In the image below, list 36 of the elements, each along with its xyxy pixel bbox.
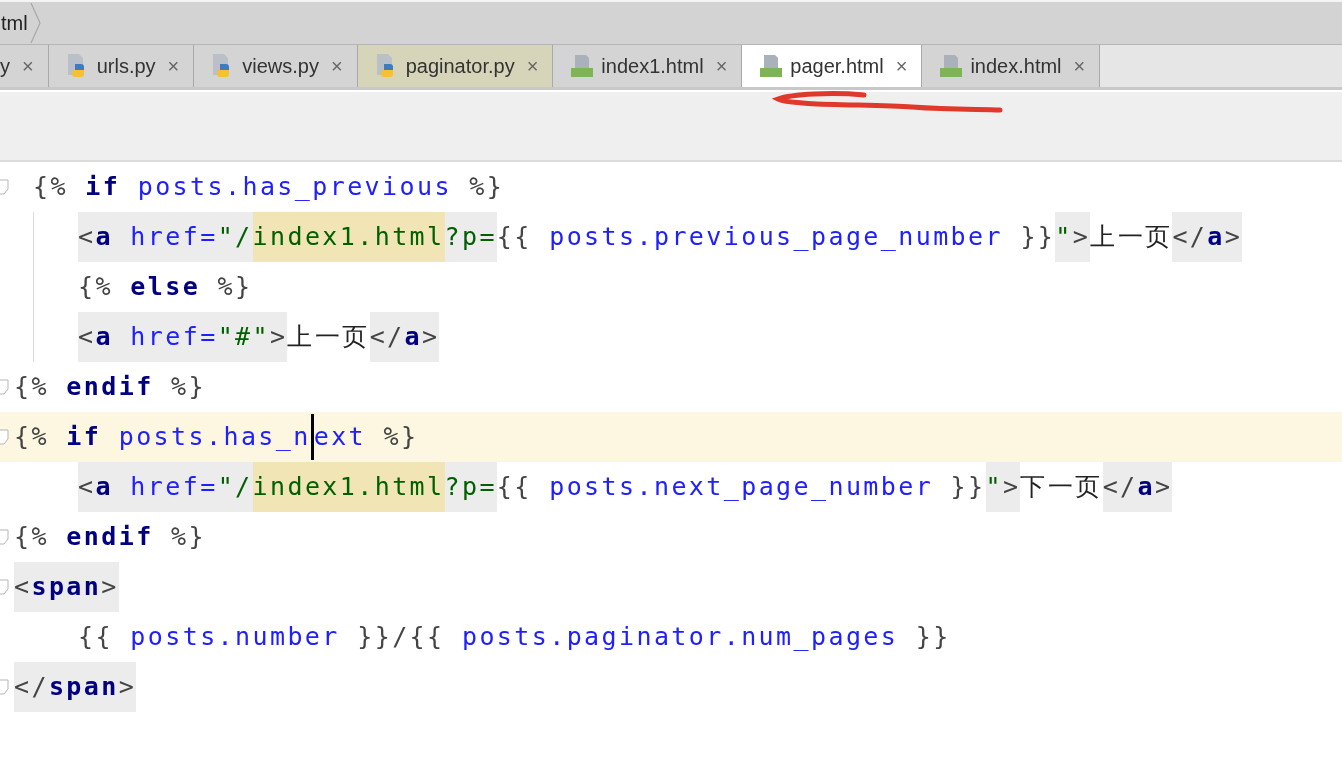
html-file-icon <box>569 53 596 79</box>
close-icon[interactable]: × <box>715 54 728 78</box>
fold-marker-icon[interactable] <box>0 379 9 395</box>
code-line: <span> <box>14 562 119 612</box>
breadcrumb-item[interactable]: tml <box>1 11 28 35</box>
code-line: {% endif %} <box>14 371 206 403</box>
code-line: {% if posts.has_previous %} <box>33 171 505 203</box>
editor-tab[interactable]: index1.html × <box>553 45 743 87</box>
code-line: <a href="/index1.html?p={{ posts.previous_page_number }}">上一页</a> <box>78 212 1243 262</box>
html-file-icon <box>938 53 965 79</box>
close-icon[interactable]: × <box>526 54 539 78</box>
close-icon[interactable]: × <box>895 54 908 78</box>
editor-tab[interactable]: pager.html × <box>742 45 923 87</box>
close-icon[interactable]: × <box>331 54 343 78</box>
code-line: {% if posts.has_n ext %} <box>14 412 419 462</box>
html-file-icon <box>758 53 785 79</box>
close-icon[interactable]: × <box>1073 54 1086 78</box>
breadcrumb-separator-icon <box>29 1 42 45</box>
fold-marker-icon[interactable] <box>0 529 9 545</box>
editor-tab[interactable]: y × <box>0 45 49 87</box>
code-line: {{ posts.number }}/{{ posts.paginator.num_pages }} <box>78 621 951 653</box>
close-icon[interactable]: × <box>167 54 180 78</box>
close-icon[interactable]: × <box>22 54 34 78</box>
fold-marker-icon[interactable] <box>0 579 9 595</box>
editor-tab[interactable]: paginator.py × <box>357 45 554 87</box>
fold-marker-icon[interactable] <box>0 679 9 695</box>
editor-tab[interactable]: index.html × <box>922 45 1101 87</box>
code-line: <a href="/index1.html?p={{ posts.next_page_number }}">下一页</a> <box>78 462 1173 512</box>
code-line: {% else %} <box>78 271 253 303</box>
fold-marker-icon[interactable] <box>0 429 9 445</box>
code-line: {% endif %} <box>14 521 206 553</box>
editor-tab[interactable]: views.py × <box>194 45 358 87</box>
fold-marker-icon[interactable] <box>0 179 9 195</box>
editor-tab[interactable]: urls.py × <box>48 45 195 87</box>
code-line: </span> <box>14 662 137 712</box>
code-line: <a href="#">上一页</a> <box>78 312 440 362</box>
